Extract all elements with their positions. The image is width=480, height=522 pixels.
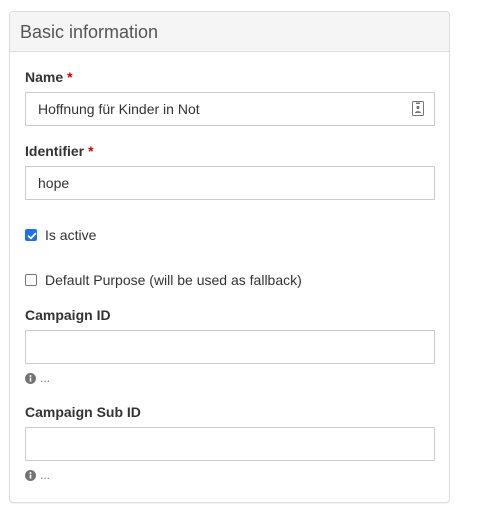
is-active-checkbox[interactable] <box>25 229 37 241</box>
campaign-id-help-text: ... <box>40 371 51 385</box>
required-marker: * <box>88 143 94 159</box>
default-purpose-checkbox[interactable] <box>25 274 37 286</box>
is-active-row[interactable]: Is active <box>25 226 96 244</box>
info-icon[interactable] <box>25 372 36 384</box>
name-label-text: Name <box>25 69 64 85</box>
campaign-sub-id-help: ... <box>25 468 50 482</box>
campaign-sub-id-input[interactable] <box>25 427 435 461</box>
campaign-id-input[interactable] <box>25 330 435 364</box>
info-icon[interactable] <box>25 469 36 481</box>
campaign-sub-id-help-text: ... <box>40 468 51 482</box>
campaign-sub-id-label: Campaign Sub ID <box>25 404 141 420</box>
panel-title: Basic information <box>20 22 159 42</box>
required-marker: * <box>67 69 73 85</box>
is-active-label[interactable]: Is active <box>45 227 96 244</box>
default-purpose-row[interactable]: Default Purpose (will be used as fallbac… <box>25 271 302 289</box>
contact-card-icon[interactable] <box>412 101 424 116</box>
campaign-id-label: Campaign ID <box>25 307 111 323</box>
name-input[interactable] <box>25 92 435 126</box>
identifier-input[interactable] <box>25 166 435 200</box>
checkmark-icon <box>27 232 37 240</box>
identifier-label-text: Identifier <box>25 143 85 159</box>
identifier-label: Identifier * <box>25 143 94 160</box>
name-label: Name * <box>25 69 73 86</box>
default-purpose-label[interactable]: Default Purpose (will be used as fallbac… <box>45 272 302 289</box>
campaign-id-help: ... <box>25 371 50 385</box>
panel-heading: Basic information <box>10 12 449 52</box>
